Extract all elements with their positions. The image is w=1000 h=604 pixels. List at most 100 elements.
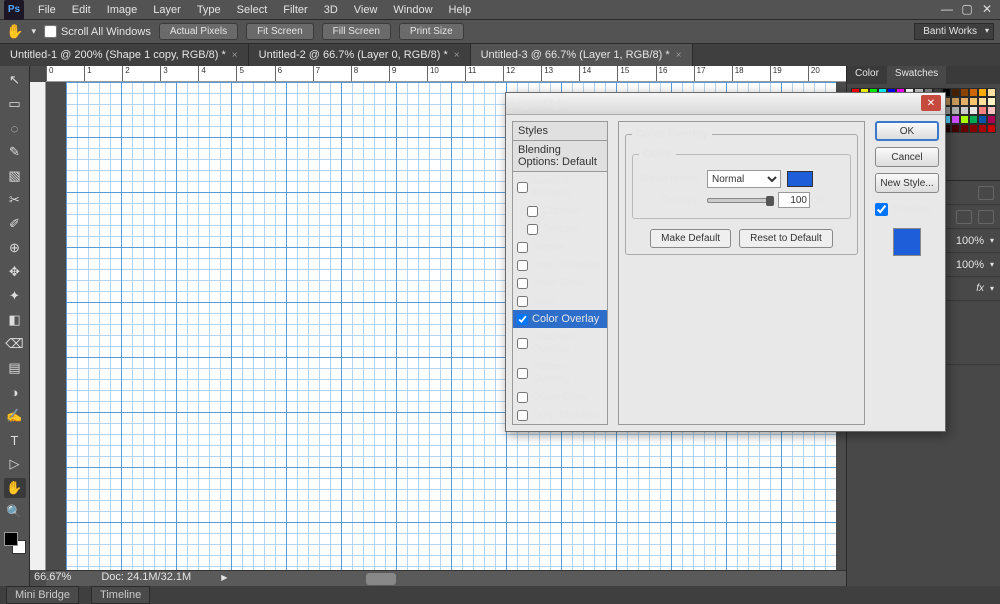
color-swatch[interactable] — [969, 106, 978, 115]
tool-preset-dropdown[interactable]: ▾ — [31, 26, 36, 37]
maximize-button[interactable]: ▢ — [958, 2, 976, 16]
style-checkbox[interactable] — [517, 278, 528, 289]
cancel-button[interactable]: Cancel — [875, 147, 939, 167]
color-swatch[interactable] — [951, 124, 960, 133]
style-item-satin[interactable]: Satin — [513, 292, 607, 310]
tool-button[interactable]: ▤ — [4, 358, 26, 378]
tool-button[interactable]: ↖ — [4, 70, 26, 90]
menu-window[interactable]: Window — [385, 1, 440, 19]
menu-file[interactable]: File — [30, 1, 64, 19]
style-item-drop-shadow[interactable]: Drop Shadow — [513, 406, 607, 424]
color-swatch[interactable] — [969, 115, 978, 124]
style-checkbox[interactable] — [527, 224, 538, 235]
style-item-inner-shadow[interactable]: Inner Shadow — [513, 256, 607, 274]
document-tab[interactable]: Untitled-2 @ 66.7% (Layer 0, RGB/8) *× — [249, 44, 471, 66]
style-item-pattern-overlay[interactable]: Pattern Overlay — [513, 358, 607, 388]
color-swatch[interactable] — [951, 88, 960, 97]
menu-select[interactable]: Select — [229, 1, 276, 19]
style-item-stroke[interactable]: Stroke — [513, 238, 607, 256]
style-checkbox[interactable] — [517, 296, 528, 307]
opacity-slider[interactable] — [707, 198, 772, 203]
scroll-all-checkbox[interactable]: Scroll All Windows — [44, 25, 151, 38]
document-tab[interactable]: Untitled-3 @ 66.7% (Layer 1, RGB/8) *× — [471, 44, 693, 66]
tool-button[interactable]: ▭ — [4, 94, 26, 114]
overlay-color-swatch[interactable] — [787, 171, 813, 187]
new-style-button[interactable]: New Style... — [875, 173, 939, 193]
color-swatch[interactable] — [987, 88, 996, 97]
color-swatch[interactable] — [960, 115, 969, 124]
style-item-gradient-overlay[interactable]: Gradient Overlay — [513, 328, 607, 358]
style-checkbox[interactable] — [517, 242, 528, 253]
close-button[interactable]: ✕ — [978, 2, 996, 16]
style-item-bevel-emboss[interactable]: Bevel & Emboss — [513, 172, 607, 202]
color-swatch[interactable] — [969, 97, 978, 106]
tool-button[interactable]: ▧ — [4, 166, 26, 186]
tool-button[interactable]: ✐ — [4, 214, 26, 234]
panel-icon[interactable] — [956, 210, 972, 224]
color-panel-tab[interactable]: Color — [847, 66, 887, 84]
color-swatch[interactable] — [951, 115, 960, 124]
close-tab-icon[interactable]: × — [232, 50, 238, 61]
minimize-button[interactable]: — — [938, 2, 956, 16]
tool-button[interactable]: ✂ — [4, 190, 26, 210]
panel-icon[interactable] — [978, 210, 994, 224]
color-swatch[interactable] — [978, 106, 987, 115]
dialog-titlebar[interactable]: Layer Style ✕ — [506, 93, 945, 115]
color-swatch[interactable] — [978, 88, 987, 97]
tool-button[interactable]: ✥ — [4, 262, 26, 282]
style-checkbox[interactable] — [517, 392, 528, 403]
menu-type[interactable]: Type — [189, 1, 229, 19]
menu-image[interactable]: Image — [99, 1, 146, 19]
style-checkbox[interactable] — [527, 206, 538, 217]
document-tab[interactable]: Untitled-1 @ 200% (Shape 1 copy, RGB/8) … — [0, 44, 249, 66]
dialog-close-button[interactable]: ✕ — [921, 95, 941, 111]
tool-button[interactable]: ◑ — [4, 382, 26, 402]
style-item-outer-glow[interactable]: Outer Glow — [513, 388, 607, 406]
fit-screen-button[interactable]: Fit Screen — [246, 23, 314, 40]
style-checkbox[interactable] — [517, 182, 528, 193]
tool-button[interactable]: ✋ — [4, 478, 26, 498]
actual-pixels-button[interactable]: Actual Pixels — [159, 23, 238, 40]
menu-layer[interactable]: Layer — [145, 1, 189, 19]
color-swatch[interactable] — [987, 115, 996, 124]
color-swatch[interactable] — [987, 106, 996, 115]
reset-default-button[interactable]: Reset to Default — [739, 229, 833, 248]
blending-options-item[interactable]: Blending Options: Default — [513, 141, 607, 172]
timeline-tab[interactable]: Timeline — [91, 586, 150, 604]
color-swatch[interactable] — [969, 124, 978, 133]
close-tab-icon[interactable]: × — [676, 50, 682, 61]
menu-3d[interactable]: 3D — [316, 1, 346, 19]
preview-checkbox[interactable]: Preview — [875, 203, 939, 216]
panel-icon[interactable] — [978, 186, 994, 200]
print-size-button[interactable]: Print Size — [399, 23, 464, 40]
color-swatch[interactable] — [987, 97, 996, 106]
mini-bridge-tab[interactable]: Mini Bridge — [6, 586, 79, 604]
menu-view[interactable]: View — [346, 1, 386, 19]
style-item-contour[interactable]: Contour — [513, 202, 607, 220]
fill-value[interactable]: 100% — [956, 259, 984, 271]
color-swatch[interactable] — [978, 115, 987, 124]
color-swatch[interactable] — [960, 106, 969, 115]
style-item-color-overlay[interactable]: Color Overlay — [513, 310, 607, 328]
menu-help[interactable]: Help — [441, 1, 480, 19]
opacity-input[interactable] — [778, 192, 810, 208]
style-item-inner-glow[interactable]: Inner Glow — [513, 274, 607, 292]
menu-filter[interactable]: Filter — [275, 1, 315, 19]
style-checkbox[interactable] — [517, 368, 528, 379]
tool-button[interactable]: T — [4, 430, 26, 450]
fill-screen-button[interactable]: Fill Screen — [322, 23, 391, 40]
style-checkbox[interactable] — [517, 260, 528, 271]
blend-mode-select[interactable]: Normal — [707, 170, 781, 188]
ok-button[interactable]: OK — [875, 121, 939, 141]
menu-edit[interactable]: Edit — [64, 1, 99, 19]
color-swatch[interactable] — [987, 124, 996, 133]
tool-button[interactable]: ◌ — [4, 118, 26, 138]
tool-button[interactable]: ⌫ — [4, 334, 26, 354]
tool-button[interactable]: ✍ — [4, 406, 26, 426]
color-swatch[interactable] — [960, 124, 969, 133]
style-checkbox[interactable] — [517, 410, 528, 421]
color-swatch[interactable] — [978, 97, 987, 106]
color-swatch[interactable] — [960, 88, 969, 97]
tool-button[interactable]: ⊕ — [4, 238, 26, 258]
tool-button[interactable]: ✦ — [4, 286, 26, 306]
